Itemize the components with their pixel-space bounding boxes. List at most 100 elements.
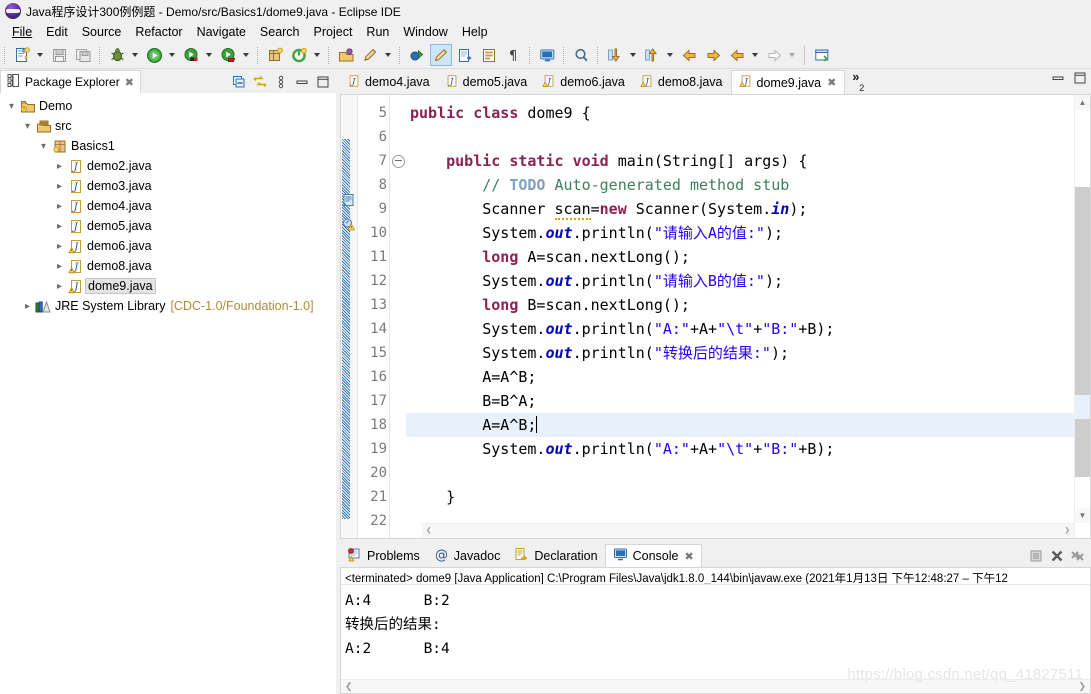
code-line-16[interactable]: A=A^B; xyxy=(406,365,1074,389)
next-annotation-icon[interactable] xyxy=(604,44,626,66)
link-editor-icon[interactable] xyxy=(454,44,476,66)
close-icon[interactable]: ✖ xyxy=(827,76,836,89)
view-menu-icon[interactable] xyxy=(271,72,290,91)
console-icon[interactable] xyxy=(536,44,558,66)
debug-bug-icon[interactable] xyxy=(106,44,128,66)
code-line-7[interactable]: public static void main(String[] args) { xyxy=(406,149,1074,173)
minimize-icon[interactable] xyxy=(1050,70,1066,91)
tree-item-demo6-java[interactable]: ▸ J demo6.java xyxy=(0,236,336,256)
scroll-right-icon[interactable]: ❯ xyxy=(1065,526,1070,536)
menu-file[interactable]: File xyxy=(5,24,39,40)
scrollbar-thumb[interactable] xyxy=(1075,187,1090,477)
block-selection-icon[interactable] xyxy=(478,44,500,66)
run-play-icon[interactable] xyxy=(143,44,165,66)
console-body[interactable]: <terminated> dome9 [Java Application] C:… xyxy=(340,567,1091,694)
close-icon[interactable]: ✖ xyxy=(684,550,693,563)
maximize-icon[interactable] xyxy=(1072,70,1088,91)
code-line-17[interactable]: B=B^A; xyxy=(406,389,1074,413)
previous-annotation-icon[interactable] xyxy=(641,44,663,66)
code-line-8[interactable]: // TODO Auto-generated method stub xyxy=(406,173,1074,197)
new-window-icon[interactable] xyxy=(811,44,833,66)
code-line-15[interactable]: System.out.println("转换后的结果:"); xyxy=(406,341,1074,365)
code-line-21[interactable]: } xyxy=(406,485,1074,509)
scroll-left-icon[interactable]: ❮ xyxy=(426,526,431,536)
editor-code[interactable]: public class dome9 { public static void … xyxy=(406,95,1074,538)
chevron-down-icon[interactable]: ▾ xyxy=(4,96,19,116)
tab-declaration[interactable]: Declaration xyxy=(507,544,604,567)
tree-item-dome9-java[interactable]: ▸ J dome9.java xyxy=(0,276,336,296)
forward-dropdown-arrow[interactable] xyxy=(786,44,797,66)
prev-edit-icon[interactable] xyxy=(678,44,700,66)
code-line-14[interactable]: System.out.println("A:"+A+"\t"+"B:"+B); xyxy=(406,317,1074,341)
new-class-dropdown-arrow[interactable] xyxy=(311,44,322,66)
menu-source[interactable]: Source xyxy=(75,24,129,40)
close-icon[interactable]: ✖ xyxy=(125,76,134,89)
save-all-icon[interactable] xyxy=(72,44,94,66)
chevron-down-icon[interactable]: ▾ xyxy=(36,136,51,156)
mark-occurrences-icon[interactable] xyxy=(430,44,452,66)
code-line-5[interactable]: public class dome9 { xyxy=(406,101,1074,125)
code-line-20[interactable] xyxy=(406,461,1074,485)
fold-toggle[interactable] xyxy=(390,149,406,173)
minimize-icon[interactable] xyxy=(292,72,311,91)
editor-vertical-scrollbar[interactable]: ▲ ▼ xyxy=(1074,95,1090,538)
chevron-right-icon[interactable]: ▸ xyxy=(52,196,67,216)
tree-item-demo3-java[interactable]: ▸ J demo3.java xyxy=(0,176,336,196)
menu-refactor[interactable]: Refactor xyxy=(128,24,189,40)
pilcrow-icon[interactable]: ¶ xyxy=(502,44,524,66)
new-class-icon[interactable] xyxy=(288,44,310,66)
scroll-up-icon[interactable]: ▲ xyxy=(1075,95,1090,110)
tree-item-demo2-java[interactable]: ▸ J demo2.java xyxy=(0,156,336,176)
save-icon[interactable] xyxy=(48,44,70,66)
chevron-right-icon[interactable]: ▸ xyxy=(52,216,67,236)
menu-help[interactable]: Help xyxy=(455,24,495,40)
chevron-right-icon[interactable]: ▸ xyxy=(52,176,67,196)
remove-all-xx-icon[interactable] xyxy=(1069,547,1087,565)
new-java-project-icon[interactable] xyxy=(264,44,286,66)
editor-annotation-ruler[interactable] xyxy=(341,95,358,538)
collapse-icon[interactable] xyxy=(391,154,405,168)
previous-annotation-dropdown-arrow[interactable] xyxy=(664,44,675,66)
editor-tab-dome9[interactable]: J dome9.java ✖ xyxy=(730,70,846,94)
search-icon[interactable] xyxy=(570,44,592,66)
code-line-10[interactable]: System.out.println("请输入A的值:"); xyxy=(406,221,1074,245)
external-tools-dropdown-arrow[interactable] xyxy=(240,44,251,66)
next-edit-icon[interactable] xyxy=(702,44,724,66)
scroll-left-icon[interactable]: ❮ xyxy=(345,681,353,692)
editor-tab-overflow[interactable]: » 2 xyxy=(845,70,866,94)
new-file-icon[interactable] xyxy=(11,44,33,66)
console-horizontal-scrollbar[interactable]: ❮ ❯ xyxy=(341,679,1090,693)
new-file-dropdown-arrow[interactable] xyxy=(34,44,45,66)
link-with-editor-icon[interactable] xyxy=(250,72,269,91)
tree-item-demo[interactable]: ▾ Demo xyxy=(0,96,336,116)
code-line-13[interactable]: long B=scan.nextLong(); xyxy=(406,293,1074,317)
chevron-right-icon[interactable]: ▸ xyxy=(52,156,67,176)
debug-dropdown-arrow[interactable] xyxy=(129,44,140,66)
code-line-11[interactable]: long A=scan.nextLong(); xyxy=(406,245,1074,269)
project-tree[interactable]: ▾ Demo ▾ src ▾ Basics1 ▸ J demo2.java ▸ … xyxy=(0,93,336,694)
coverage-icon[interactable] xyxy=(180,44,202,66)
tab-javadoc[interactable]: @ Javadoc xyxy=(427,544,508,567)
editor-horizontal-scrollbar[interactable]: ❮ ❯ xyxy=(422,523,1074,538)
back-arrow-icon[interactable] xyxy=(726,44,748,66)
tree-item-basics1[interactable]: ▾ Basics1 xyxy=(0,136,336,156)
editor-folding-ruler[interactable] xyxy=(390,95,406,538)
chevron-down-icon[interactable]: ▾ xyxy=(20,116,35,136)
menu-project[interactable]: Project xyxy=(307,24,360,40)
code-line-6[interactable] xyxy=(406,125,1074,149)
tree-item-demo4-java[interactable]: ▸ J demo4.java xyxy=(0,196,336,216)
tree-item-demo5-java[interactable]: ▸ J demo5.java xyxy=(0,216,336,236)
chevron-right-icon[interactable]: ▸ xyxy=(52,276,67,296)
skip-breakpoints-icon[interactable] xyxy=(406,44,428,66)
run-dropdown-arrow[interactable] xyxy=(166,44,177,66)
code-line-9[interactable]: Scanner scan=new Scanner(System.in); xyxy=(406,197,1074,221)
tab-console[interactable]: Console ✖ xyxy=(604,544,702,567)
open-task-dropdown-arrow[interactable] xyxy=(382,44,393,66)
todo-task-icon[interactable] xyxy=(342,193,356,207)
code-line-19[interactable]: System.out.println("A:"+A+"\t"+"B:"+B); xyxy=(406,437,1074,461)
chevron-right-icon[interactable]: ▸ xyxy=(52,236,67,256)
editor-tab-demo4[interactable]: J demo4.java xyxy=(340,70,438,94)
collapse-all-icon[interactable] xyxy=(229,72,248,91)
editor-tab-demo8[interactable]: J demo8.java xyxy=(633,70,731,94)
next-annotation-dropdown-arrow[interactable] xyxy=(627,44,638,66)
